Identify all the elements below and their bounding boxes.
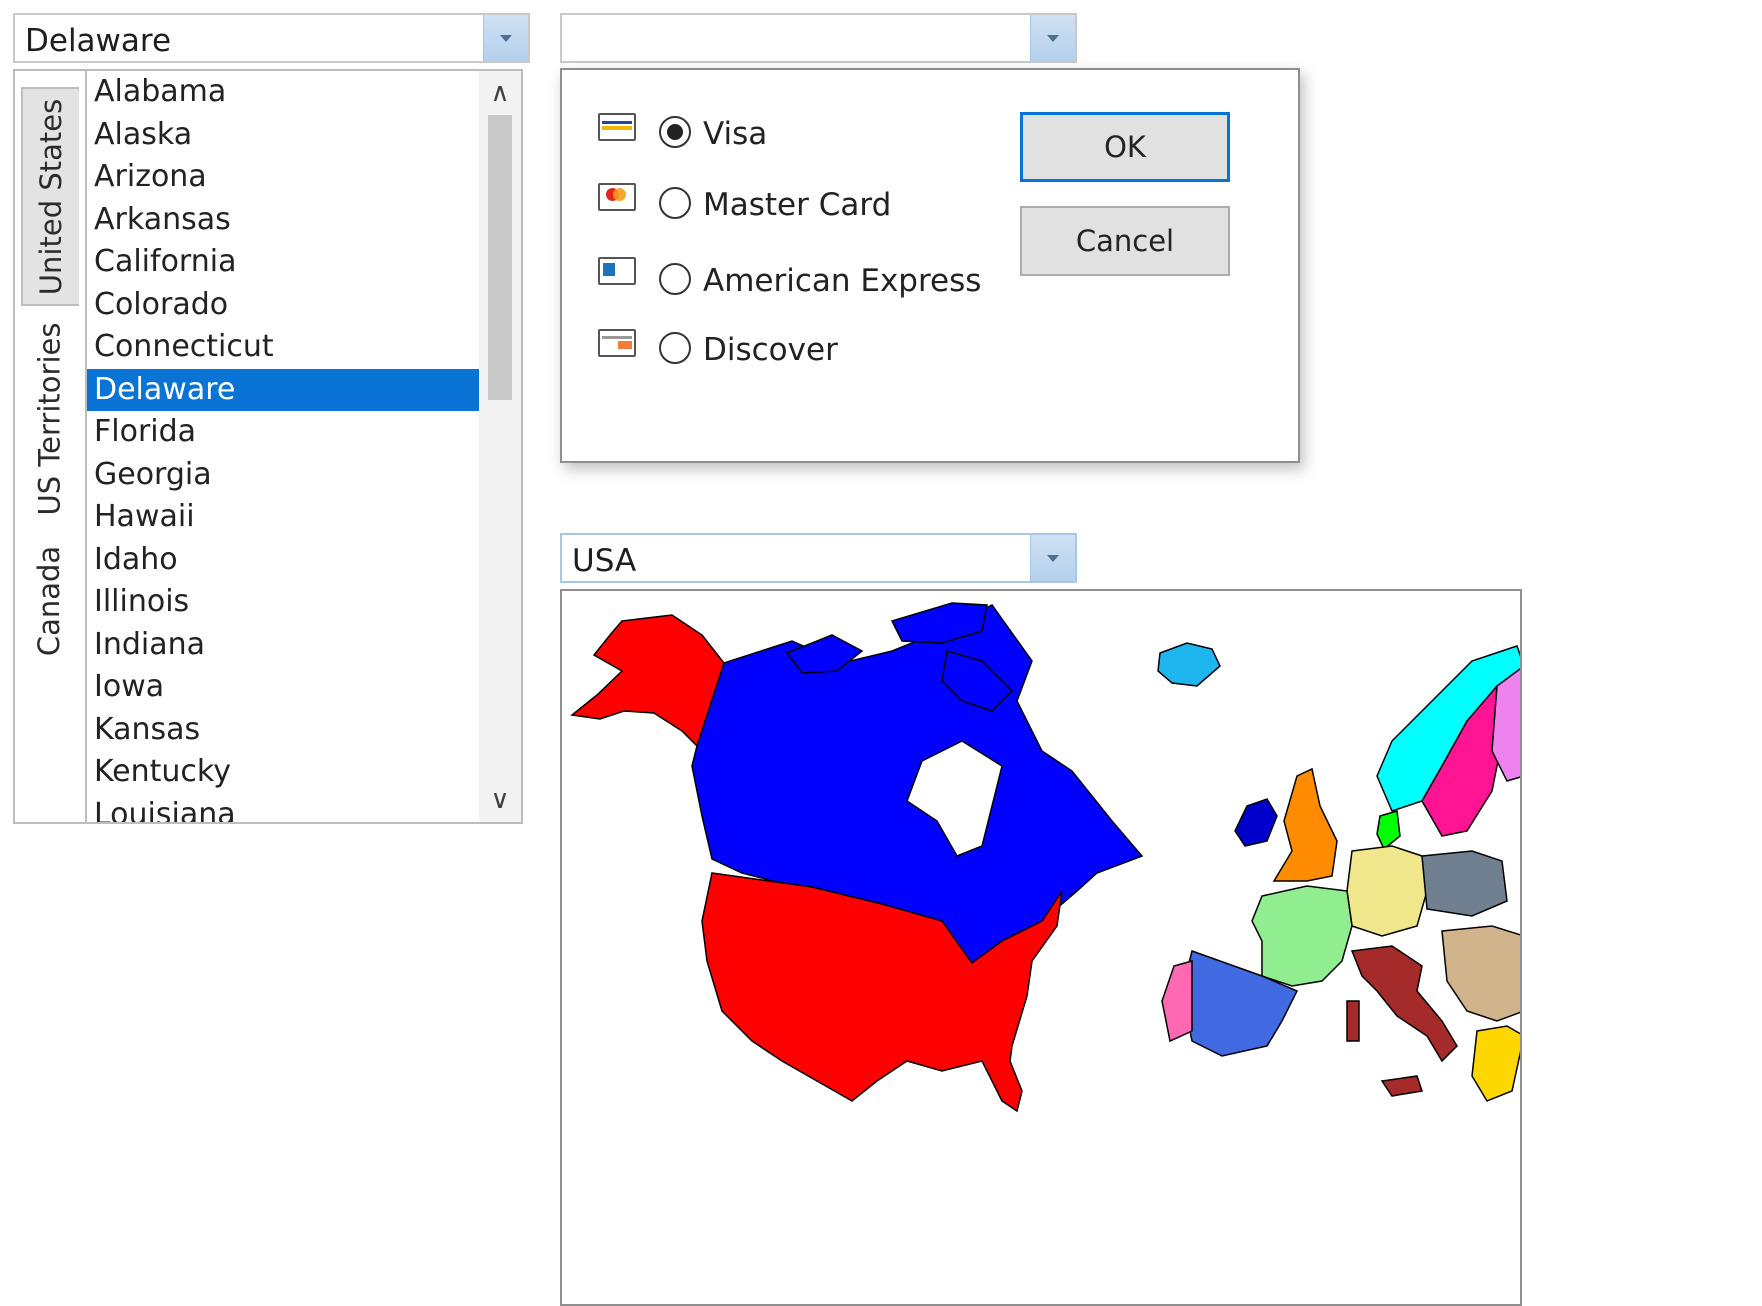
- state-combo[interactable]: Delaware: [13, 13, 530, 63]
- tab-label: Canada: [32, 545, 67, 657]
- list-item[interactable]: Delaware: [87, 368, 479, 411]
- card-combo[interactable]: [560, 13, 1077, 63]
- list-item[interactable]: Florida: [87, 411, 479, 454]
- region-combo[interactable]: USA: [560, 533, 1077, 583]
- discover-card-icon: [598, 329, 636, 357]
- chevron-down-icon[interactable]: [1030, 15, 1075, 61]
- balkans-region[interactable]: [1441, 925, 1522, 1022]
- list-item[interactable]: Alaska: [87, 114, 479, 157]
- list-item[interactable]: Hawaii: [87, 496, 479, 539]
- sardinia-island[interactable]: [1346, 1000, 1360, 1042]
- tab-united-states[interactable]: United States: [21, 87, 79, 306]
- region-combo-value: USA: [572, 543, 637, 579]
- sicily-island[interactable]: [1380, 1075, 1423, 1097]
- visa-label: Visa: [703, 116, 768, 152]
- italy-region[interactable]: [1350, 945, 1458, 1063]
- list-item[interactable]: Connecticut: [87, 326, 479, 369]
- list-item[interactable]: Arizona: [87, 156, 479, 199]
- iceland-region[interactable]: [1157, 642, 1221, 687]
- chevron-down-icon[interactable]: ∨: [479, 780, 521, 820]
- discover-radio[interactable]: [659, 332, 691, 364]
- chevron-down-icon[interactable]: [1030, 535, 1075, 581]
- list-scrollbar[interactable]: ∧ ∨: [479, 71, 521, 822]
- list-item[interactable]: Kansas: [87, 709, 479, 752]
- ireland-region[interactable]: [1234, 798, 1278, 847]
- germany-region[interactable]: [1346, 845, 1428, 937]
- list-item[interactable]: Iowa: [87, 666, 479, 709]
- tab-label: US Territories: [32, 322, 67, 515]
- tab-canada[interactable]: Canada: [21, 531, 77, 671]
- portugal-region[interactable]: [1161, 960, 1193, 1043]
- list-item[interactable]: Alabama: [87, 71, 479, 114]
- discover-label: Discover: [703, 332, 838, 368]
- mastercard-label: Master Card: [703, 187, 892, 223]
- list-item[interactable]: Arkansas: [87, 199, 479, 242]
- ok-button[interactable]: OK: [1020, 112, 1230, 182]
- chevron-up-icon[interactable]: ∧: [479, 73, 521, 113]
- france-region[interactable]: [1251, 885, 1353, 987]
- list-item[interactable]: Kentucky: [87, 751, 479, 794]
- amex-card-icon: [598, 257, 636, 285]
- chevron-down-icon[interactable]: [483, 15, 528, 61]
- scroll-thumb[interactable]: [488, 115, 512, 400]
- list-item[interactable]: Idaho: [87, 539, 479, 582]
- tab-us-territories[interactable]: US Territories: [21, 311, 77, 526]
- list-item[interactable]: Illinois: [87, 581, 479, 624]
- amex-label: American Express: [703, 263, 982, 299]
- list-item[interactable]: Louisiana: [87, 794, 479, 823]
- state-combo-value: Delaware: [25, 23, 172, 59]
- vertical-tab-strip: United States US Territories Canada: [15, 71, 87, 822]
- state-list-panel: United States US Territories Canada Alab…: [13, 69, 523, 824]
- tab-label: United States: [34, 98, 68, 295]
- visa-radio[interactable]: [659, 116, 691, 148]
- greece-region[interactable]: [1471, 1025, 1522, 1102]
- amex-radio[interactable]: [659, 263, 691, 295]
- list-item[interactable]: Indiana: [87, 624, 479, 667]
- list-item[interactable]: California: [87, 241, 479, 284]
- map-canvas: [570, 602, 1522, 1113]
- denmark-region[interactable]: [1376, 810, 1401, 851]
- world-map[interactable]: [560, 589, 1522, 1306]
- mastercard-radio[interactable]: [659, 187, 691, 219]
- uk-region[interactable]: [1272, 767, 1338, 882]
- payment-dialog: Visa Master Card American Express Discov…: [560, 68, 1300, 463]
- state-listbox[interactable]: Alabama Alaska Arizona Arkansas California Co…: [87, 71, 479, 822]
- visa-card-icon: [598, 113, 636, 141]
- mastercard-card-icon: [598, 183, 636, 211]
- poland-region[interactable]: [1421, 850, 1508, 917]
- cancel-button[interactable]: Cancel: [1020, 206, 1230, 276]
- alaska-region[interactable]: [570, 614, 725, 748]
- list-item[interactable]: Colorado: [87, 284, 479, 327]
- list-item[interactable]: Georgia: [87, 454, 479, 497]
